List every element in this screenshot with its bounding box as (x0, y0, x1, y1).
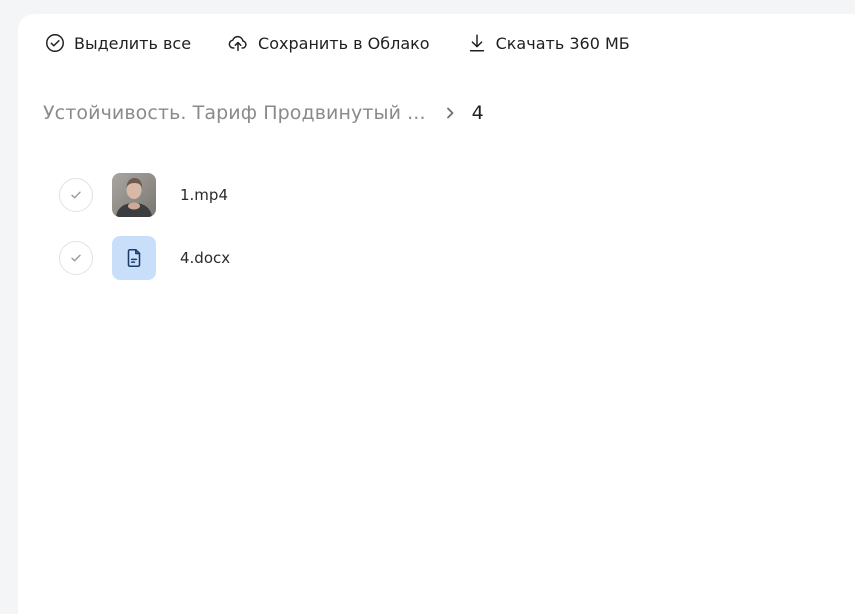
check-circle-icon (46, 34, 64, 52)
breadcrumb: Устойчивость. Тариф Продвинутый ... 4 (43, 102, 484, 124)
download-button[interactable]: Скачать 360 МБ (466, 32, 630, 54)
save-to-cloud-label: Сохранить в Облако (258, 33, 430, 53)
select-all-button[interactable]: Выделить все (44, 32, 191, 54)
breadcrumb-current: 4 (471, 102, 484, 124)
file-row[interactable]: 1.mp4 (59, 173, 228, 217)
check-icon (71, 254, 81, 262)
select-all-label: Выделить все (74, 33, 192, 53)
video-thumbnail[interactable] (112, 173, 156, 217)
file-name[interactable]: 4.docx (180, 249, 230, 267)
file-panel: Выделить все Сохранить в Облако Скачать … (18, 14, 855, 614)
save-to-cloud-button[interactable]: Сохранить в Облако (227, 32, 430, 54)
document-icon (127, 248, 141, 268)
check-icon (71, 191, 81, 199)
file-row[interactable]: 4.docx (59, 236, 230, 280)
cloud-upload-icon (228, 35, 247, 52)
download-label: Скачать 360 МБ (495, 33, 630, 53)
file-select-checkbox[interactable] (59, 241, 93, 275)
download-icon (469, 34, 484, 52)
toolbar: Выделить все Сохранить в Облако Скачать … (44, 32, 666, 54)
file-select-checkbox[interactable] (59, 178, 93, 212)
video-preview-image (112, 173, 156, 217)
file-name[interactable]: 1.mp4 (180, 186, 228, 204)
breadcrumb-parent-link[interactable]: Устойчивость. Тариф Продвинутый ... (43, 102, 426, 124)
document-thumbnail[interactable] (112, 236, 156, 280)
chevron-right-icon (446, 107, 453, 119)
